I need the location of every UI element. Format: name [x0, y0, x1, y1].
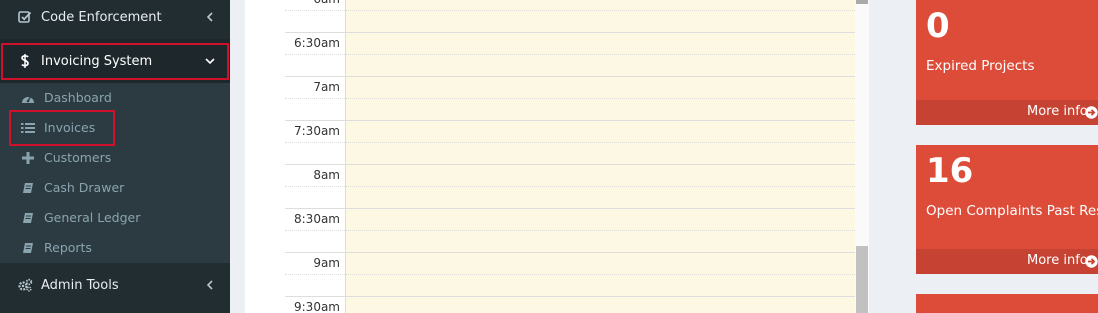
scrollbar-arrow[interactable]: [856, 0, 868, 4]
sidebar-item-label: Admin Tools: [41, 277, 119, 293]
more-info-link[interactable]: More info: [916, 249, 1098, 274]
info-box-open-complaints: 16 Open Complaints Past Reso More info: [916, 145, 1098, 274]
more-info-label: More info: [1027, 104, 1088, 119]
dashboard-icon: [21, 91, 35, 105]
row-divider: [285, 164, 855, 165]
submenu-item-label: Cash Drawer: [44, 180, 125, 195]
cogs-icon: [17, 277, 33, 293]
arrow-circle-right-icon: [1085, 106, 1098, 119]
info-box-count: 16: [926, 151, 974, 191]
submenu-item-reports[interactable]: Reports: [0, 233, 230, 263]
sidebar-item-label: Invoicing System: [41, 53, 153, 69]
time-label: 9:30am: [294, 300, 340, 313]
time-label: 8:30am: [294, 212, 340, 226]
info-box-expired-projects: 0 Expired Projects More info: [916, 0, 1098, 125]
book-icon: [21, 241, 35, 255]
row-divider: [285, 230, 855, 231]
sidebar-item-label: Code Enforcement: [41, 9, 162, 25]
invoicing-submenu: Dashboard Invoices Customers Cash Drawer…: [0, 83, 230, 263]
check-square-icon: [17, 9, 33, 25]
row-divider: [285, 208, 855, 209]
info-box-count: 0: [926, 6, 950, 46]
time-label: 7:30am: [294, 124, 340, 138]
more-info-label: More info: [1027, 253, 1088, 268]
book-icon: [21, 181, 35, 195]
time-label: 6:30am: [294, 36, 340, 50]
submenu-item-cash-drawer[interactable]: Cash Drawer: [0, 173, 230, 203]
book-icon: [21, 211, 35, 225]
submenu-item-label: General Ledger: [44, 210, 141, 225]
arrow-circle-right-icon: [1085, 255, 1098, 268]
submenu-item-invoices[interactable]: Invoices: [0, 113, 230, 143]
row-divider: [285, 252, 855, 253]
submenu-item-label: Customers: [44, 150, 112, 165]
row-divider: [285, 142, 855, 143]
row-divider: [285, 186, 855, 187]
row-divider: [285, 54, 855, 55]
sidebar-item-code-enforcement[interactable]: Code Enforcement: [0, 0, 230, 39]
time-axis: 6am 6:30am 7am 7:30am 8am 8:30am 9am 9:3…: [285, 0, 345, 313]
info-box-partial: [916, 294, 1098, 313]
sidebar-item-admin-tools[interactable]: Admin Tools: [0, 263, 230, 307]
row-divider: [285, 98, 855, 99]
row-divider: [285, 10, 855, 11]
list-icon: [21, 121, 35, 135]
time-label: 9am: [313, 256, 340, 270]
row-divider: [285, 274, 855, 275]
submenu-item-customers[interactable]: Customers: [0, 143, 230, 173]
info-box-label: Open Complaints Past Reso: [926, 203, 1098, 219]
chevron-down-icon: [205, 56, 215, 66]
submenu-item-label: Reports: [44, 240, 92, 255]
plus-icon: [21, 151, 35, 165]
sidebar-item-invoicing-system[interactable]: Invoicing System: [0, 39, 230, 83]
more-info-link[interactable]: More info: [916, 100, 1098, 125]
dollar-icon: [17, 53, 33, 69]
calendar-day-view[interactable]: 6am 6:30am 7am 7:30am 8am 8:30am 9am 9:3…: [245, 0, 869, 313]
time-label: 6am: [313, 0, 340, 6]
row-divider: [285, 76, 855, 77]
info-box-label: Expired Projects: [926, 58, 1035, 74]
chevron-left-icon: [205, 280, 215, 290]
sidebar: Code Enforcement Invoicing System Dashbo…: [0, 0, 230, 313]
row-divider: [285, 120, 855, 121]
row-divider: [285, 32, 855, 33]
submenu-item-general-ledger[interactable]: General Ledger: [0, 203, 230, 233]
submenu-item-dashboard[interactable]: Dashboard: [0, 83, 230, 113]
submenu-item-label: Invoices: [44, 120, 96, 135]
time-label: 7am: [313, 80, 340, 94]
row-divider: [285, 296, 855, 297]
time-label: 8am: [313, 168, 340, 182]
calendar-today-column[interactable]: [345, 0, 856, 313]
chevron-left-icon: [205, 12, 215, 22]
submenu-item-label: Dashboard: [44, 90, 112, 105]
scrollbar-thumb[interactable]: [856, 246, 868, 313]
